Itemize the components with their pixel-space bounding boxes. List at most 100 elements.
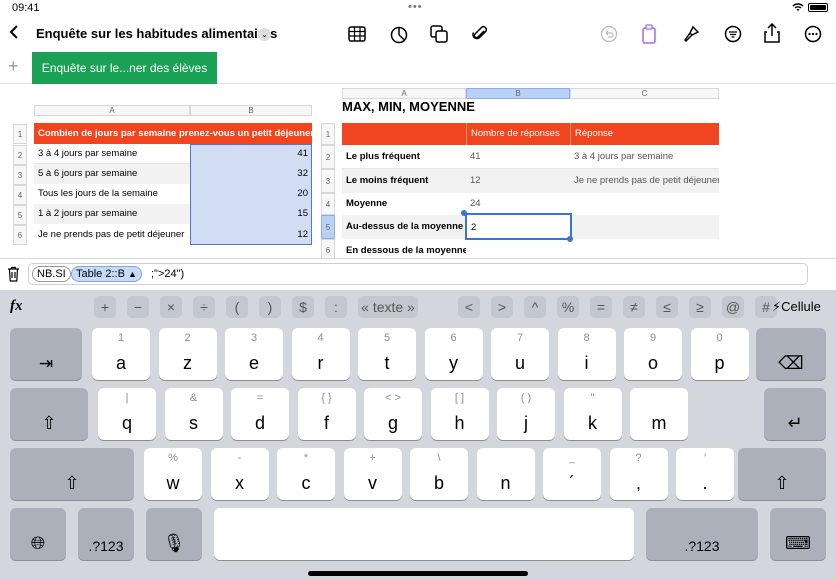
- table1-row-num[interactable]: 3: [13, 165, 27, 185]
- paperclip-icon[interactable]: [472, 25, 488, 48]
- letter-key[interactable]: ?,: [609, 448, 668, 500]
- letter-key[interactable]: = d: [231, 388, 289, 440]
- letter-key[interactable]: ′.: [676, 448, 734, 500]
- table2-cell-a[interactable]: Le moins fréquent: [342, 169, 466, 193]
- multitask-dots-icon[interactable]: •••: [408, 1, 423, 13]
- symbol-key[interactable]: <: [458, 296, 480, 318]
- undo-key[interactable]: ⇧: [10, 388, 88, 440]
- organize-icon[interactable]: [724, 25, 742, 48]
- hide-keyboard-key[interactable]: ⌨︎: [770, 508, 826, 560]
- table2-column-header-b[interactable]: B: [466, 88, 570, 99]
- table2-row-num[interactable]: 1: [321, 123, 335, 145]
- back-chevron-icon[interactable]: [8, 24, 20, 45]
- table1-cell-b[interactable]: 41: [190, 144, 308, 164]
- table2-row-num[interactable]: 5: [321, 215, 335, 239]
- numbers-key-left[interactable]: .?123: [78, 508, 134, 560]
- symbol-key[interactable]: ≠: [623, 296, 645, 318]
- symbol-key[interactable]: ^: [524, 296, 546, 318]
- table1-row-num[interactable]: 1: [13, 124, 27, 144]
- table2-selected-cell[interactable]: 2: [465, 213, 572, 240]
- letter-key[interactable]: 6y: [424, 328, 483, 380]
- document-title[interactable]: Enquête sur les habitudes alimentaires: [36, 26, 277, 41]
- letter-key[interactable]: 5t: [358, 328, 416, 380]
- letter-key[interactable]: 7u: [491, 328, 549, 380]
- letter-key[interactable]: | q: [98, 388, 156, 440]
- formula-reference-token[interactable]: Table 2::B ▲: [71, 266, 142, 282]
- letter-key[interactable]: [ ] h: [430, 388, 489, 440]
- table1-cell-a[interactable]: Tous les jours de la semaine: [34, 184, 190, 204]
- table1-header-cell[interactable]: Combien de jours par semaine prenez-vous…: [34, 123, 312, 144]
- letter-key[interactable]: 4r: [291, 328, 350, 380]
- table1-row-num[interactable]: 5: [13, 205, 27, 225]
- trash-icon[interactable]: [7, 266, 20, 287]
- shift-left-key[interactable]: ⇧: [10, 448, 134, 500]
- symbol-key[interactable]: « texte »: [358, 296, 418, 318]
- letter-key[interactable]: 2z: [158, 328, 217, 380]
- table2-cell-b[interactable]: 12: [466, 169, 570, 193]
- symbol-key[interactable]: >: [491, 296, 513, 318]
- selection-handle-top[interactable]: [461, 210, 467, 216]
- table1-row-num[interactable]: 6: [13, 225, 27, 245]
- letter-key[interactable]: 0p: [690, 328, 749, 380]
- symbol-key[interactable]: ≤: [656, 296, 678, 318]
- table2-column-header-c[interactable]: C: [570, 88, 719, 99]
- symbol-key[interactable]: (: [226, 296, 248, 318]
- table1-cell-a[interactable]: 3 à 4 jours par semaine: [34, 144, 190, 164]
- letter-key[interactable]: < > g: [364, 388, 422, 440]
- table2-cell-a[interactable]: Le plus fréquent: [342, 145, 466, 169]
- symbol-key[interactable]: ×: [160, 296, 182, 318]
- symbol-key[interactable]: ≥: [689, 296, 711, 318]
- table1-cell-a[interactable]: 1 à 2 jours par semaine: [34, 204, 190, 224]
- chart-icon[interactable]: [390, 26, 408, 49]
- table2-header-b[interactable]: Nombre de réponses: [466, 123, 570, 145]
- letter-key[interactable]: " k: [563, 388, 622, 440]
- add-sheet-button[interactable]: +: [8, 56, 19, 77]
- title-chevron-down-icon[interactable]: ⌄: [258, 28, 271, 41]
- formula-function-token[interactable]: NB.SI: [32, 266, 71, 282]
- symbol-key[interactable]: ): [259, 296, 281, 318]
- dictation-key[interactable]: 🎙︎: [146, 508, 202, 560]
- symbol-key[interactable]: ÷: [193, 296, 215, 318]
- format-brush-icon[interactable]: [682, 25, 700, 48]
- letter-key[interactable]: 3e: [225, 328, 283, 380]
- letter-key[interactable]: * c: [277, 448, 335, 500]
- symbol-key[interactable]: =: [590, 296, 612, 318]
- table2-cell-a[interactable]: Au-dessus de la moyenne: [342, 215, 466, 239]
- more-icon[interactable]: [804, 25, 822, 48]
- table2-row-num[interactable]: 6: [321, 239, 335, 258]
- table2-row-num[interactable]: 4: [321, 193, 335, 215]
- letter-key[interactable]: _ ´: [543, 448, 601, 500]
- letter-key[interactable]: n: [476, 448, 535, 500]
- table1-row-num[interactable]: 4: [13, 185, 27, 205]
- numbers-key-right[interactable]: .?123: [646, 508, 758, 560]
- letter-key[interactable]: 1a: [92, 328, 150, 380]
- share-icon[interactable]: [764, 22, 780, 48]
- table2-row-num[interactable]: 2: [321, 145, 335, 169]
- symbol-key[interactable]: $: [292, 296, 314, 318]
- table2-row-num[interactable]: 3: [321, 169, 335, 193]
- undo-icon[interactable]: [600, 25, 618, 48]
- cell-mode-button[interactable]: ⚡Cellule: [772, 299, 821, 315]
- globe-key[interactable]: 🌐︎: [10, 508, 66, 560]
- table1-cell-b[interactable]: 32: [190, 164, 308, 184]
- letter-key[interactable]: -x: [210, 448, 269, 500]
- letter-key[interactable]: 8i: [557, 328, 616, 380]
- symbol-key[interactable]: @: [722, 296, 744, 318]
- letter-key[interactable]: & s: [164, 388, 223, 440]
- table2-title[interactable]: MAX, MIN, MOYENNE: [342, 98, 475, 116]
- table2-header-c[interactable]: Réponse: [570, 123, 719, 145]
- table1-column-header-b[interactable]: B: [190, 105, 312, 116]
- letter-key[interactable]: \ b: [410, 448, 468, 500]
- table1-cell-b[interactable]: 12: [190, 224, 308, 245]
- letter-key[interactable]: { } f: [297, 388, 356, 440]
- letter-key[interactable]: + v: [343, 448, 402, 500]
- clipboard-icon[interactable]: [642, 24, 656, 49]
- symbol-key[interactable]: +: [94, 296, 116, 318]
- table1-cell-a[interactable]: Je ne prends pas de petit déjeuner: [34, 224, 190, 245]
- reference-dropdown-icon[interactable]: ▲: [128, 269, 137, 279]
- table-icon[interactable]: [348, 26, 366, 47]
- table2-cell-a[interactable]: En dessous de la moyenne: [342, 239, 466, 258]
- table1-column-header-a[interactable]: A: [34, 105, 190, 116]
- delete-key[interactable]: ⌫: [756, 328, 826, 380]
- letter-key[interactable]: m: [630, 388, 688, 440]
